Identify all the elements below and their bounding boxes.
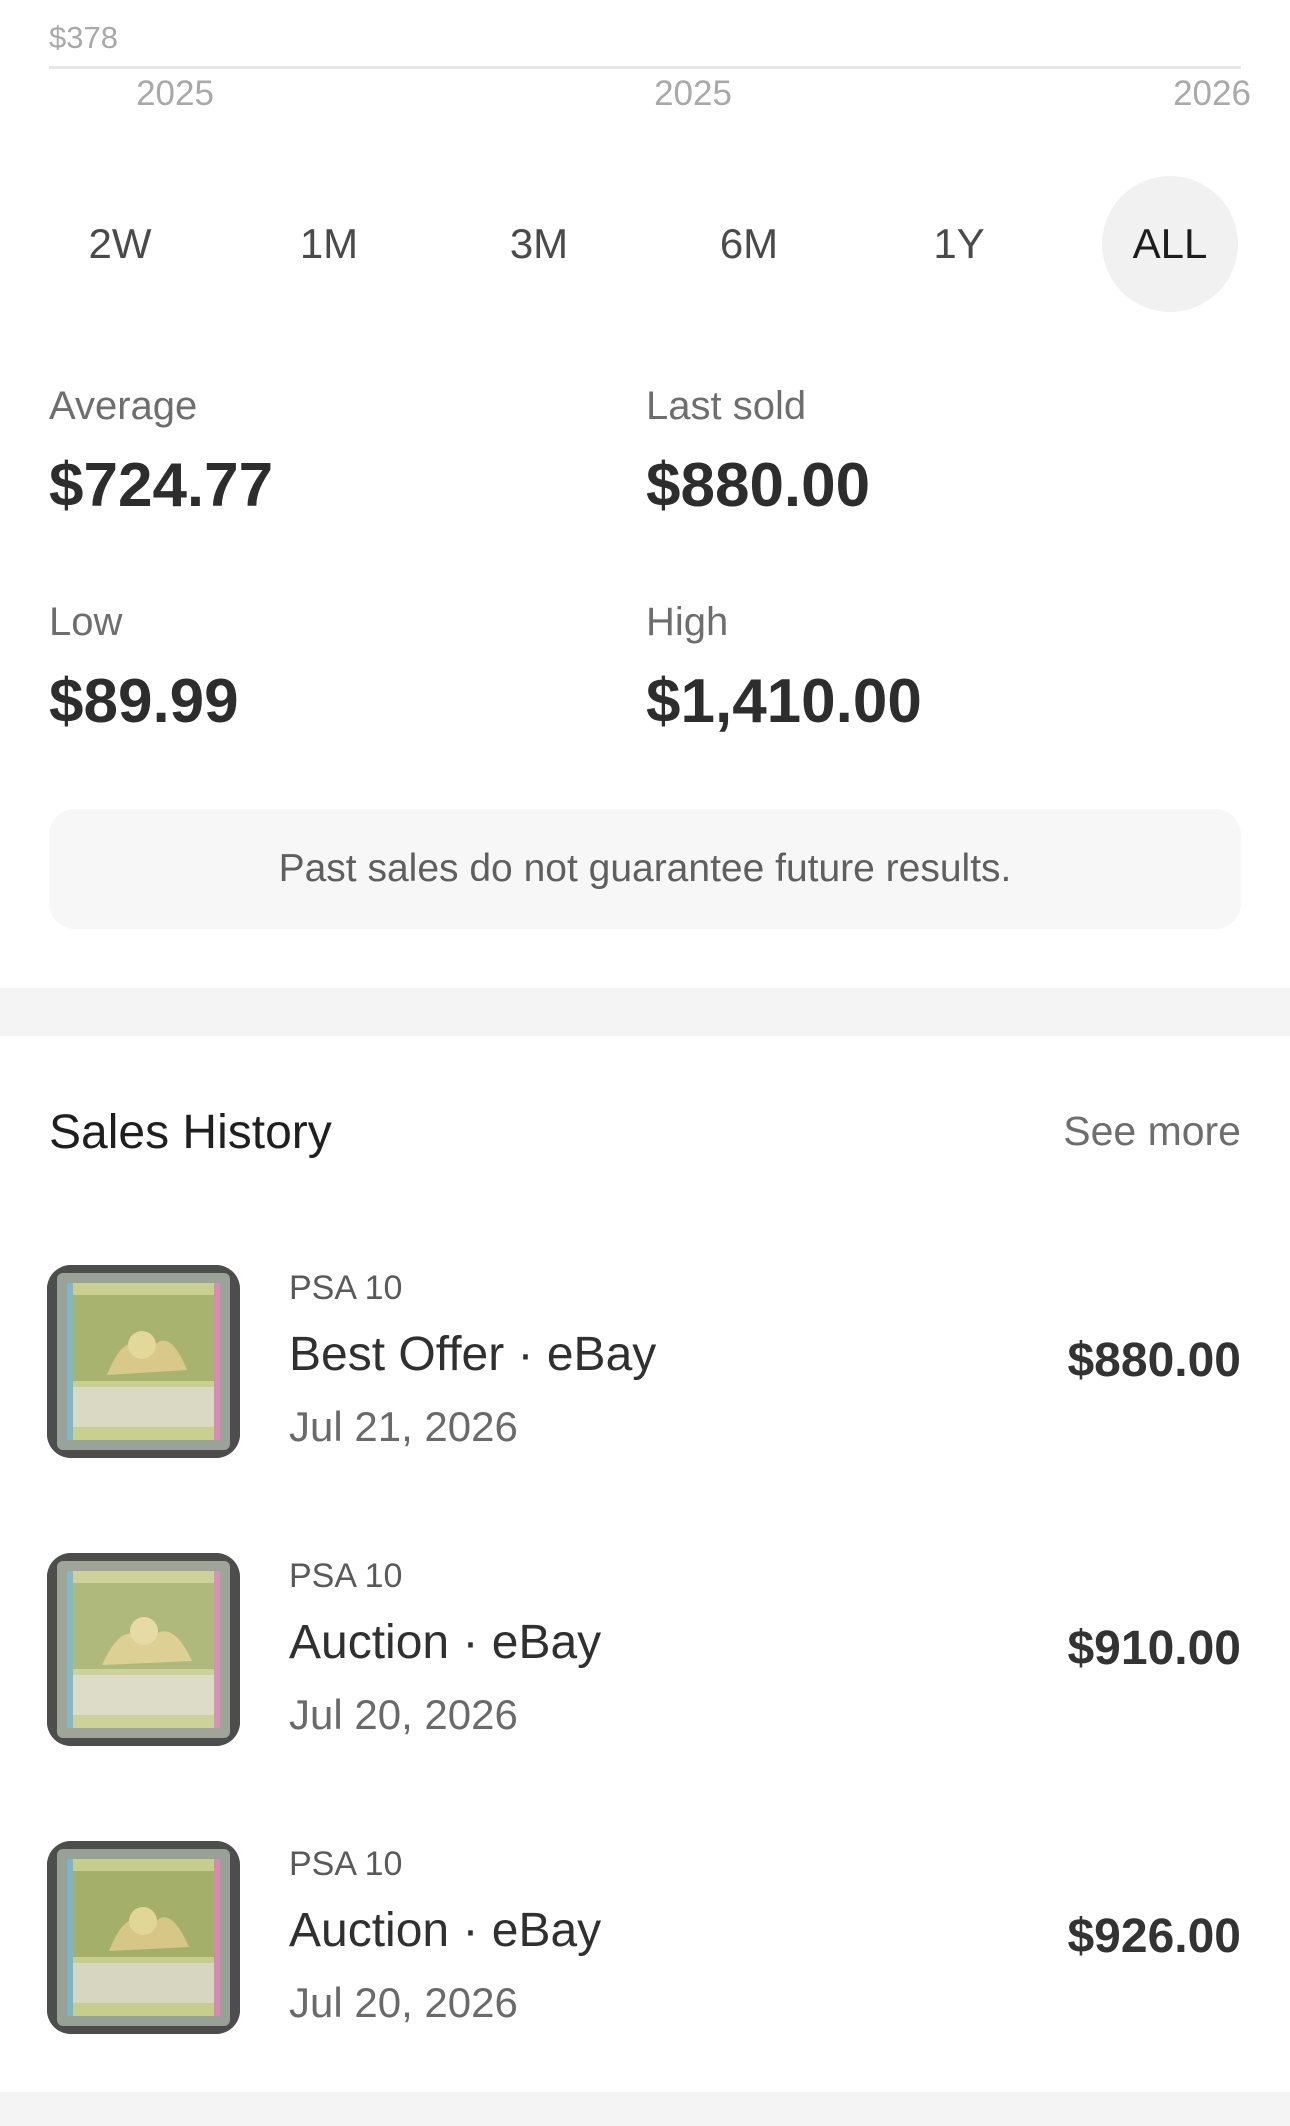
card-thumbnail: [47, 1265, 240, 1458]
sale-date: Jul 20, 2026: [289, 1691, 518, 1738]
y-axis-label: $378: [49, 20, 118, 55]
see-more-link[interactable]: See more: [1063, 1108, 1241, 1155]
x-axis-tick: 2026: [1173, 74, 1251, 113]
range-button-1m[interactable]: 1M: [261, 176, 397, 312]
stat-value: $89.99: [49, 667, 239, 736]
bottom-divider: [0, 2092, 1290, 2126]
card-thumbnail: [47, 1841, 240, 2034]
stat-value: $1,410.00: [646, 667, 922, 736]
sale-list-item[interactable]: PSA 10 Auction · eBay Jul 20, 2026 $910.…: [0, 1553, 1290, 1753]
stat-low: Low $89.99: [49, 599, 239, 737]
sale-price: $910.00: [1067, 1622, 1241, 1675]
stat-average: Average $724.77: [49, 383, 273, 521]
stat-label: Last sold: [646, 384, 807, 428]
grade-label: PSA 10: [289, 1557, 403, 1595]
stat-label: High: [646, 600, 729, 644]
stat-value: $724.77: [49, 451, 274, 520]
sale-list-item[interactable]: PSA 10 Best Offer · eBay Jul 21, 2026 $8…: [0, 1265, 1290, 1465]
range-button-all[interactable]: ALL: [1102, 176, 1238, 312]
range-button-6m[interactable]: 6M: [681, 176, 817, 312]
sale-price: $880.00: [1067, 1334, 1241, 1387]
sale-list-item[interactable]: PSA 10 Auction · eBay Jul 20, 2026 $926.…: [0, 1841, 1290, 2041]
grade-label: PSA 10: [289, 1269, 403, 1307]
grade-label: PSA 10: [289, 1845, 403, 1883]
stat-label: Average: [49, 384, 198, 428]
sale-type: Auction · eBay: [289, 1904, 602, 1957]
sale-type: Auction · eBay: [289, 1616, 602, 1669]
sales-history-title: Sales History: [49, 1106, 332, 1159]
sale-date: Jul 20, 2026: [289, 1979, 518, 2026]
sale-date: Jul 21, 2026: [289, 1403, 518, 1450]
range-button-1y[interactable]: 1Y: [891, 176, 1027, 312]
section-divider: [0, 988, 1290, 1036]
range-button-2w[interactable]: 2W: [52, 176, 188, 312]
stat-last-sold: Last sold $880.00: [646, 383, 870, 521]
x-axis-tick: 2025: [654, 74, 732, 113]
range-button-3m[interactable]: 3M: [471, 176, 607, 312]
stat-value: $880.00: [646, 451, 871, 520]
disclaimer-banner: Past sales do not guarantee future resul…: [49, 809, 1241, 929]
stat-high: High $1,410.00: [646, 599, 922, 737]
card-thumbnail: [47, 1553, 240, 1746]
x-axis-tick: 2025: [136, 74, 214, 113]
sale-type: Best Offer · eBay: [289, 1328, 657, 1381]
stat-label: Low: [49, 600, 123, 644]
time-range-selector: 2W 1M 3M 6M 1Y ALL: [0, 176, 1290, 312]
sale-price: $926.00: [1067, 1910, 1241, 1963]
x-axis-line: [49, 66, 1241, 69]
